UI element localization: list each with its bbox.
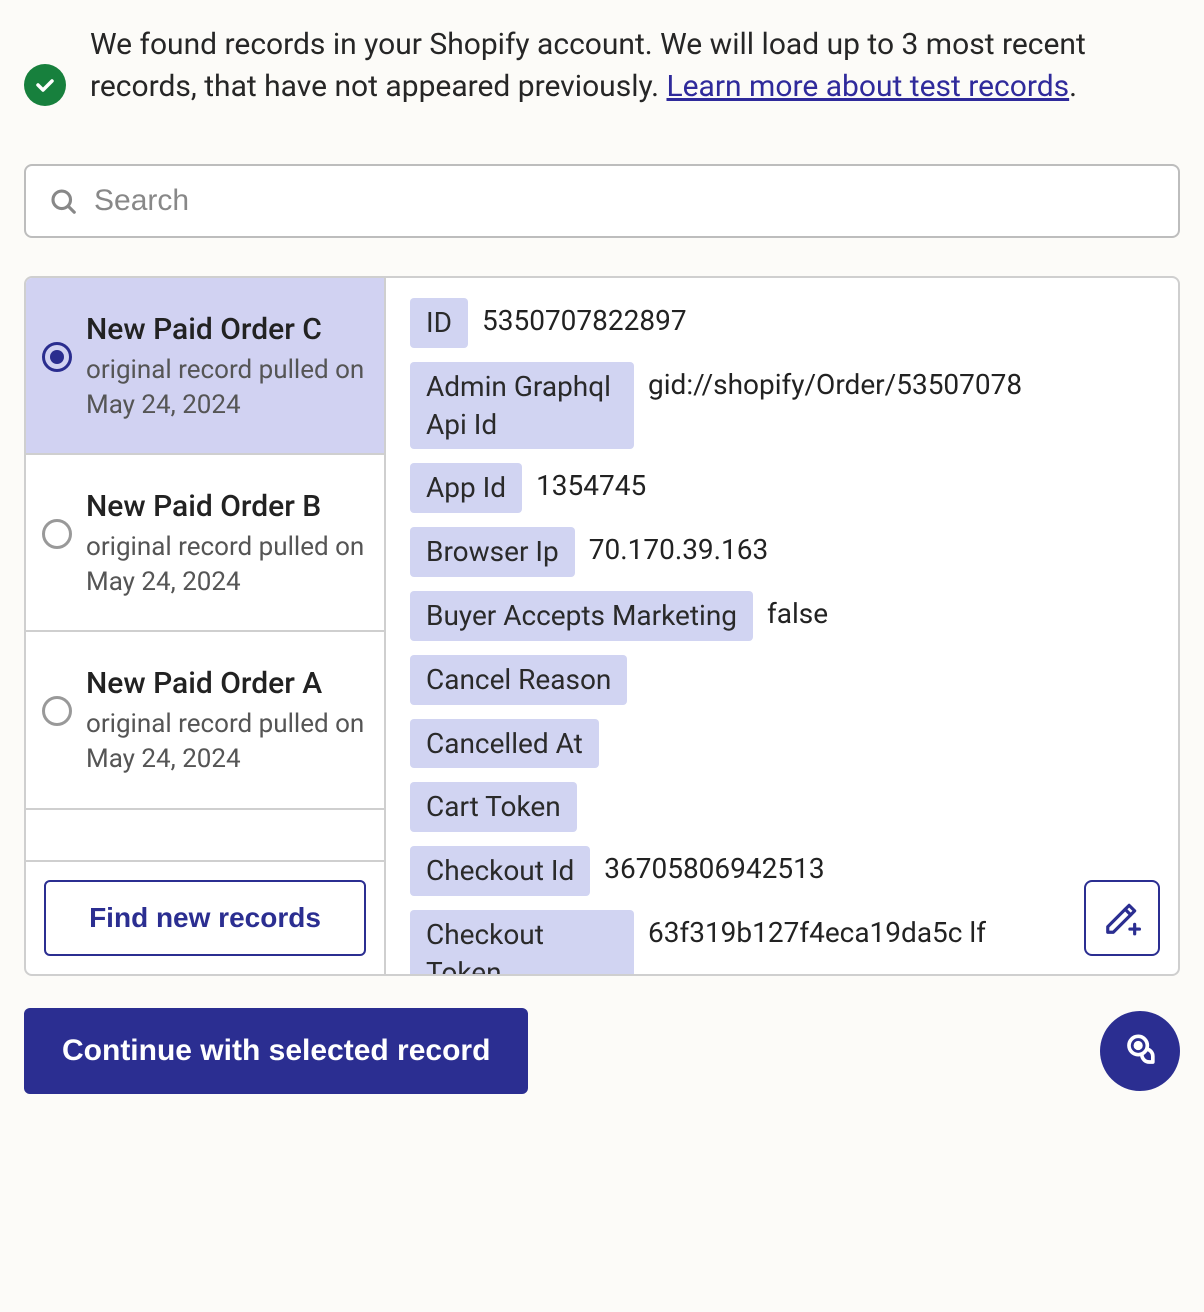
detail-row: Cancelled At (410, 719, 1154, 769)
detail-key: Buyer Accepts Marketing (410, 591, 753, 641)
record-detail: ID 5350707822897 Admin Graphql Api Id gid:/… (386, 278, 1178, 974)
detail-key: Cancelled At (410, 719, 599, 769)
record-list-spacer (26, 810, 384, 862)
detail-row: Admin Graphql Api Id gid://shopify/Order/… (410, 362, 1154, 450)
detail-key: Checkout Id (410, 846, 590, 896)
detail-key: App Id (410, 463, 522, 513)
radio-icon (42, 696, 72, 726)
record-title: New Paid Order B (86, 489, 366, 524)
record-subtitle: original record pulled on May 24, 2024 (86, 530, 366, 600)
search-box[interactable] (24, 164, 1180, 238)
radio-icon (42, 519, 72, 549)
record-subtitle: original record pulled on May 24, 2024 (86, 353, 366, 423)
find-new-records-button[interactable]: Find new records (44, 880, 366, 956)
record-item[interactable]: New Paid Order A original record pulled o… (26, 632, 384, 809)
detail-key: ID (410, 298, 468, 348)
detail-row: Browser Ip 70.170.39.163 (410, 527, 1154, 577)
detail-value: 1354745 (536, 463, 646, 502)
detail-key: Admin Graphql Api Id (410, 362, 634, 450)
detail-row: Checkout Token 63f319b127f4eca19da5c lf (410, 910, 1154, 974)
info-banner: We found records in your Shopify account… (24, 24, 1180, 108)
info-text-after: . (1069, 69, 1077, 104)
detail-key: Checkout Token (410, 910, 634, 974)
detail-value: false (767, 591, 828, 630)
detail-value: gid://shopify/Order/53507078 (648, 362, 1022, 401)
detail-row: Checkout Id 36705806942513 (410, 846, 1154, 896)
detail-row: Cart Token (410, 782, 1154, 832)
record-item[interactable]: New Paid Order C original record pulled o… (26, 278, 384, 455)
detail-row: Cancel Reason (410, 655, 1154, 705)
detail-value: 63f319b127f4eca19da5c lf (648, 910, 986, 949)
record-title: New Paid Order C (86, 312, 366, 347)
detail-value: 36705806942513 (604, 846, 824, 885)
continue-button[interactable]: Continue with selected record (24, 1008, 528, 1094)
success-check-icon (24, 64, 66, 106)
search-icon (48, 186, 78, 216)
detail-value: 70.170.39.163 (589, 527, 769, 566)
help-fab[interactable] (1100, 1011, 1180, 1091)
records-panel: New Paid Order C original record pulled o… (24, 276, 1180, 976)
radio-icon (42, 342, 72, 372)
detail-row: App Id 1354745 (410, 463, 1154, 513)
record-item[interactable]: New Paid Order B original record pulled o… (26, 455, 384, 632)
learn-more-link[interactable]: Learn more about test records (666, 69, 1069, 104)
record-subtitle: original record pulled on May 24, 2024 (86, 707, 366, 777)
info-text: We found records in your Shopify account… (90, 24, 1180, 108)
detail-value: 5350707822897 (482, 298, 687, 337)
detail-row: Buyer Accepts Marketing false (410, 591, 1154, 641)
detail-row: ID 5350707822897 (410, 298, 1154, 348)
edit-button[interactable] (1084, 880, 1160, 956)
detail-key: Browser Ip (410, 527, 575, 577)
detail-key: Cancel Reason (410, 655, 627, 705)
bottom-bar: Continue with selected record (24, 1008, 1180, 1094)
search-input[interactable] (94, 184, 1156, 218)
record-title: New Paid Order A (86, 666, 366, 701)
record-list: New Paid Order C original record pulled o… (26, 278, 386, 974)
detail-key: Cart Token (410, 782, 577, 832)
